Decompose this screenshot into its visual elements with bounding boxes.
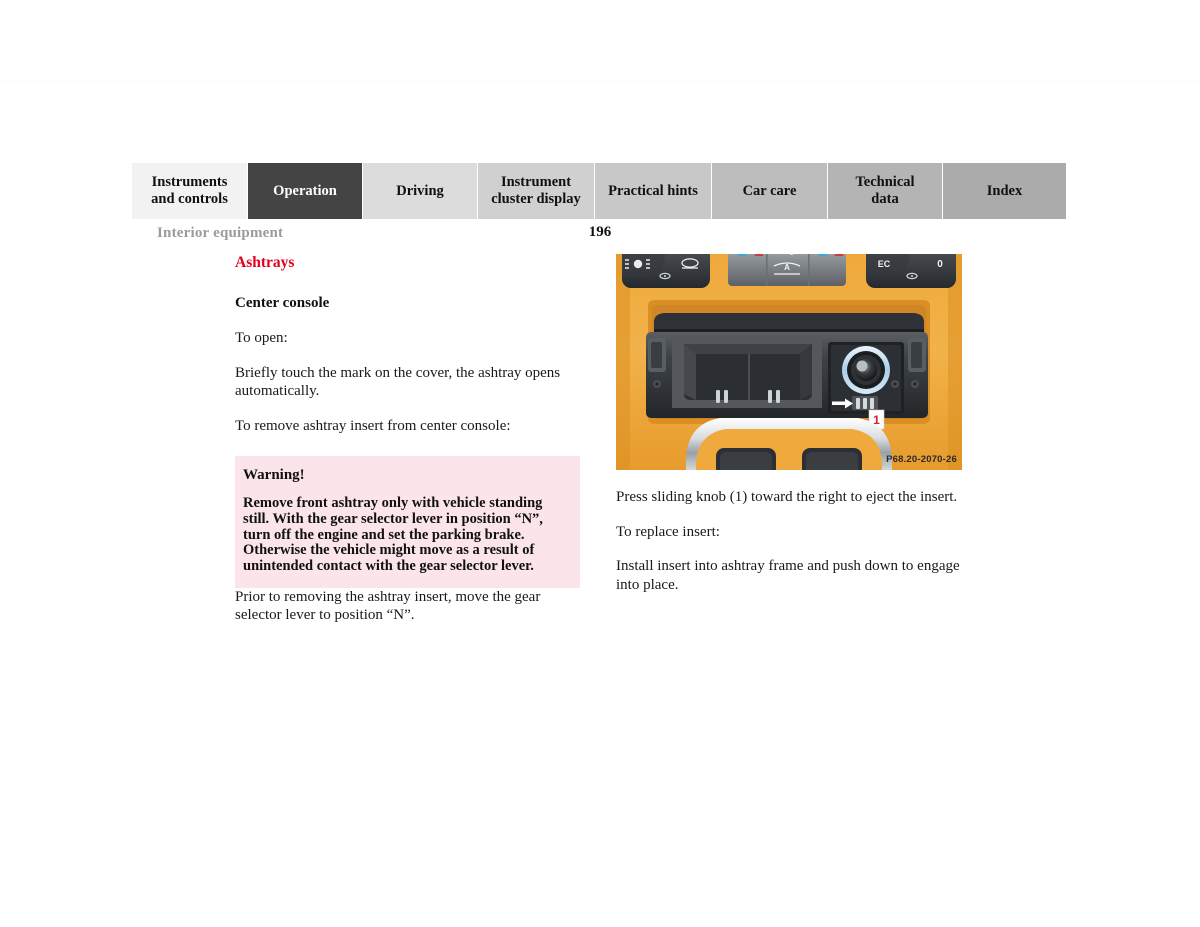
left-text-column: Ashtrays Center console To open: Briefly… <box>235 254 580 625</box>
tab-driving[interactable]: Driving <box>363 163 478 219</box>
lower-vents <box>686 418 892 470</box>
paragraph-install-insert: Install insert into ashtray frame and pu… <box>616 558 960 593</box>
ec-switch-cluster: EC 0 <box>866 254 956 288</box>
paragraph-prior-to-removing: Prior to removing the ashtray insert, mo… <box>235 588 541 624</box>
paragraph-briefly-touch: Briefly touch the mark on the cover, the… <box>235 364 561 400</box>
light-switch-cluster <box>622 254 710 288</box>
svg-text:A: A <box>784 263 790 272</box>
center-console-figure: A EC 0 1 P68.20-2070-26 <box>616 254 962 470</box>
right-text-column: Press sliding knob (1) toward the right … <box>616 488 964 594</box>
right-figure-column: A EC 0 1 P68.20-2070-26 <box>616 254 964 470</box>
cigarette-lighter-module <box>828 342 904 414</box>
warning-title: Warning! <box>243 467 305 483</box>
tab-operation[interactable]: Operation <box>248 163 363 219</box>
chapter-tab-bar: Instruments and controls Operation Drivi… <box>132 163 1066 219</box>
tab-technical-data[interactable]: Technical data <box>828 163 943 219</box>
page-title: Ashtrays <box>235 254 295 271</box>
paragraph-press-sliding-knob: Press sliding knob (1) toward the right … <box>616 489 958 505</box>
page-number: 196 <box>588 224 612 240</box>
tab-instrument-cluster-display[interactable]: Instrument cluster display <box>478 163 595 219</box>
paragraph-to-open: To open: <box>235 330 288 346</box>
manual-page: Instruments and controls Operation Drivi… <box>0 0 1200 927</box>
tab-index[interactable]: Index <box>943 163 1066 219</box>
paragraph-to-remove-insert: To remove ashtray insert from center con… <box>235 417 511 434</box>
top-rule-divider <box>0 80 1200 81</box>
climate-control-strip: A <box>728 254 846 286</box>
warning-box: Warning! Remove front ashtray only with … <box>235 456 580 588</box>
svg-text:EC: EC <box>878 259 891 269</box>
tab-practical-hints[interactable]: Practical hints <box>595 163 712 219</box>
paragraph-to-replace-insert: To replace insert: <box>616 523 720 540</box>
tab-car-care[interactable]: Car care <box>712 163 828 219</box>
tab-instruments-and-controls[interactable]: Instruments and controls <box>132 163 248 219</box>
figure-caption-code: P68.20-2070-26 <box>886 454 957 465</box>
svg-text:0: 0 <box>937 259 943 270</box>
center-console-illustration: A EC 0 1 <box>616 254 962 470</box>
subheading-center-console: Center console <box>235 295 330 311</box>
warning-text: Remove front ashtray only with vehicle s… <box>243 495 543 575</box>
